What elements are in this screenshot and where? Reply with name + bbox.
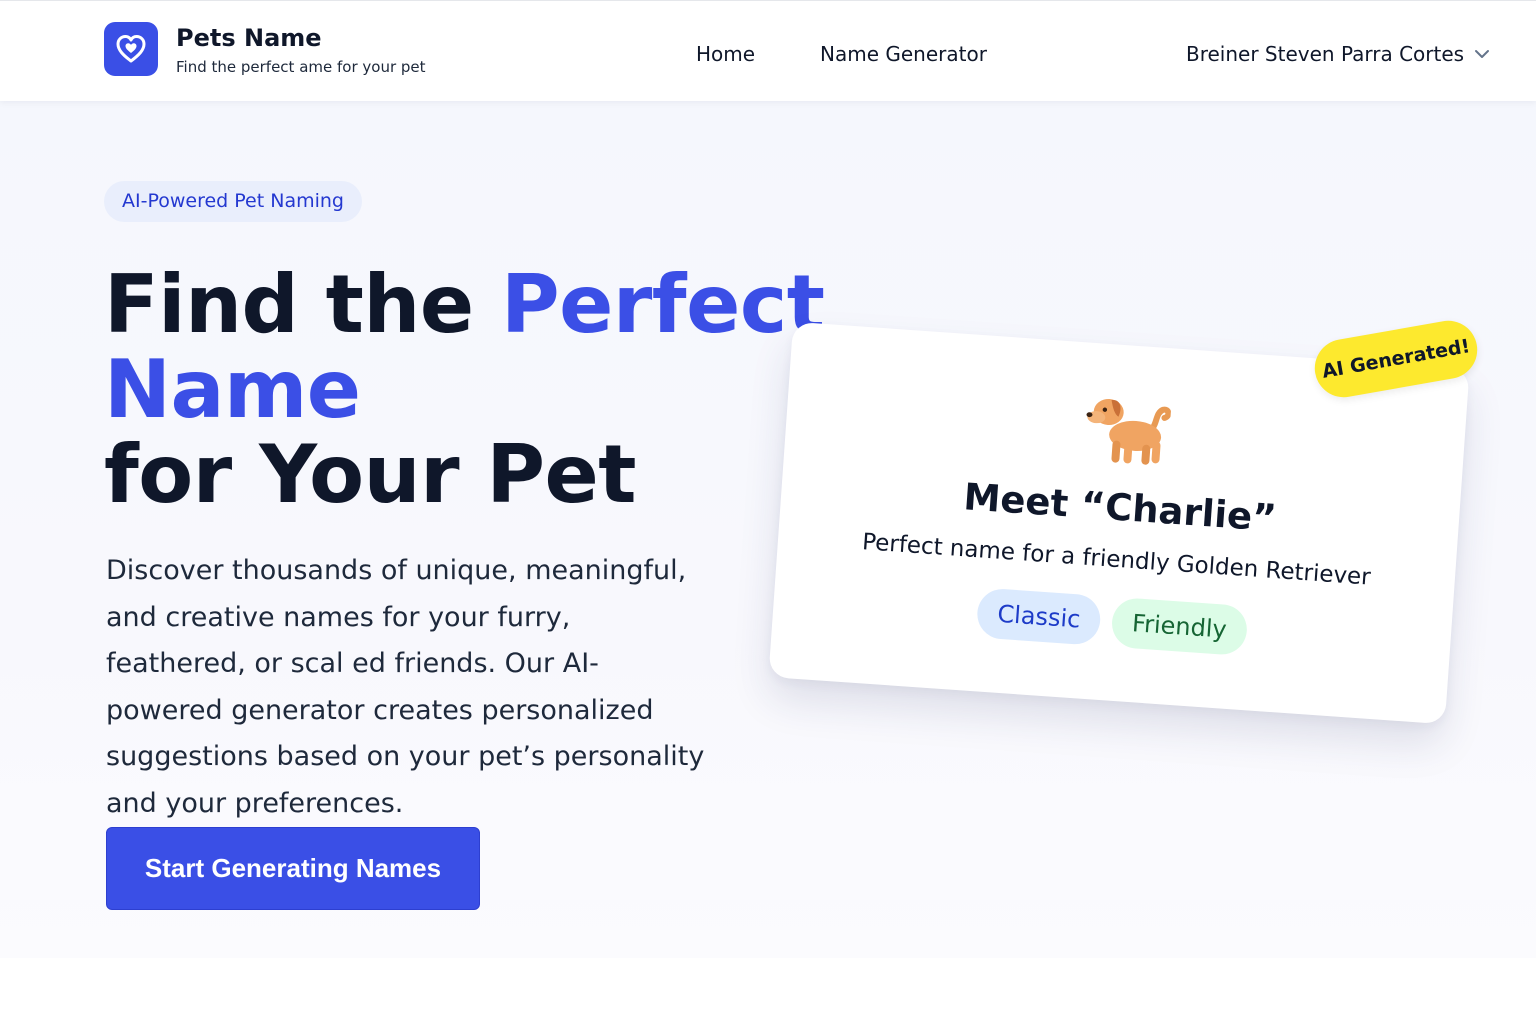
heart-icon	[116, 35, 146, 63]
user-menu[interactable]: Breiner Steven Parra Cortes	[1186, 41, 1490, 67]
logo[interactable]	[104, 22, 158, 76]
top-navbar: Pets Name Find the perfect ame for your …	[0, 0, 1536, 101]
nav-name-generator[interactable]: Name Generator	[820, 41, 987, 67]
hero-description: Discover thousands of unique, meaningful…	[106, 555, 705, 819]
start-generating-button[interactable]: Start Generating Names	[106, 827, 480, 910]
tag-classic: Classic	[975, 587, 1103, 646]
headline-accent-1: Perfect	[500, 258, 825, 351]
hero-headline: Find the Perfect Name for Your Pet	[104, 262, 825, 517]
headline-part-1: Find the	[104, 258, 501, 351]
page: Pets Name Find the perfect ame for your …	[0, 0, 1536, 1024]
ai-powered-badge: AI-Powered Pet Naming	[104, 181, 362, 222]
chevron-down-icon	[1475, 50, 1490, 58]
below-hero	[0, 958, 1536, 1024]
dog-icon	[1086, 399, 1172, 465]
headline-part-2: for Your Pet	[104, 428, 637, 521]
nav-home[interactable]: Home	[696, 41, 755, 67]
brand-title: Pets Name	[176, 24, 322, 52]
user-name: Breiner Steven Parra Cortes	[1186, 42, 1465, 66]
brand[interactable]: Pets Name Find the perfect ame for your …	[104, 22, 426, 78]
tag-friendly: Friendly	[1110, 596, 1249, 657]
headline-accent-2: Name	[104, 343, 361, 436]
brand-subtitle: Find the perfect ame for your pet	[176, 58, 426, 76]
